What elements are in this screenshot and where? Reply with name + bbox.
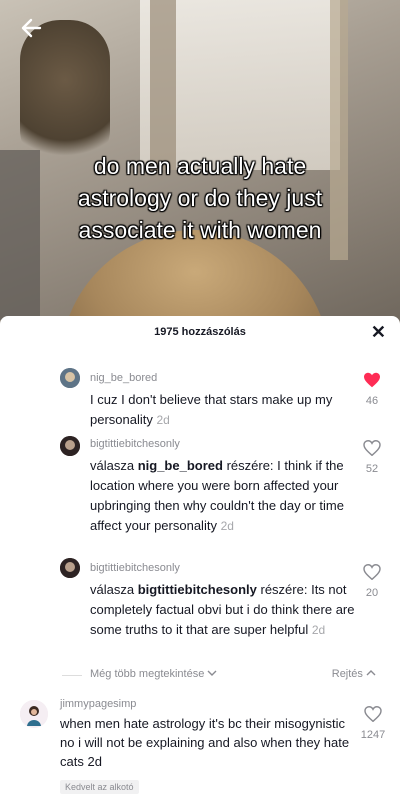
avatar[interactable] bbox=[60, 558, 80, 578]
reply-text: I cuz I don't believe that stars make up… bbox=[90, 390, 350, 430]
reply-prefix: válasza bbox=[90, 582, 135, 597]
reply-text: válasza nig_be_bored részére: I think if… bbox=[90, 456, 360, 536]
like-button[interactable]: 52 bbox=[360, 439, 384, 475]
avatar[interactable] bbox=[60, 368, 80, 388]
reply-suffix: részére: bbox=[260, 582, 308, 597]
comment-body: when men hate astrology it's bc their mi… bbox=[60, 716, 350, 769]
caption-line: do men actually hate bbox=[93, 153, 307, 179]
see-more-label: Még több megtekintése bbox=[90, 668, 205, 680]
reply-tag[interactable]: bigtittiebitchesonly bbox=[138, 582, 257, 597]
comment-time: 2d bbox=[87, 754, 102, 769]
like-button[interactable]: 46 bbox=[360, 372, 384, 407]
heart-outline-icon bbox=[363, 563, 381, 581]
video-caption: do men actually hate astrology or do the… bbox=[0, 150, 400, 246]
like-count: 52 bbox=[365, 463, 379, 475]
reply-time: 2d bbox=[220, 519, 234, 533]
hide-label: Rejtés bbox=[331, 668, 363, 680]
previous-like-cutoff: ▬▬ bbox=[366, 350, 386, 355]
comment-text: when men hate astrology it's bc their mi… bbox=[60, 714, 350, 771]
sheet-header: 1975 hozzászólás ✕ bbox=[0, 316, 400, 350]
plant-shadow bbox=[20, 20, 110, 170]
thread-divider bbox=[62, 675, 82, 676]
reply-item: nig_be_bored I cuz I don't believe that … bbox=[90, 372, 350, 430]
hide-replies-button[interactable]: Rejtés bbox=[332, 668, 376, 680]
like-button[interactable]: 20 bbox=[360, 563, 384, 599]
comments-sheet: 1975 hozzászólás ✕ ▬▬▬▬▬▬▬▬▬▬▬▬ ▬▬ nig_b… bbox=[0, 316, 400, 800]
comment-username[interactable]: jimmypagesimp bbox=[60, 698, 350, 710]
thread-controls: Még több megtekintése Rejtés bbox=[62, 668, 390, 684]
heart-outline-icon bbox=[364, 705, 382, 723]
caption-line: astrology or do they just bbox=[77, 185, 323, 211]
reply-text: válasza bigtittiebitchesonly részére: It… bbox=[90, 580, 360, 640]
reply-username[interactable]: nig_be_bored bbox=[90, 372, 350, 386]
like-count: 1247 bbox=[360, 729, 386, 741]
like-count: 20 bbox=[365, 587, 379, 599]
reply-tag[interactable]: nig_be_bored bbox=[138, 458, 223, 473]
chevron-down-icon bbox=[207, 670, 217, 676]
comment-count: 1975 hozzászólás bbox=[154, 326, 246, 338]
caption-line: associate it with women bbox=[78, 217, 322, 243]
window-frame bbox=[150, 0, 176, 170]
avatar[interactable] bbox=[20, 700, 48, 728]
reply-suffix: részére: bbox=[226, 458, 274, 473]
creator-liked-badge: Kedvelt az alkotó bbox=[60, 780, 139, 794]
heart-outline-icon bbox=[363, 439, 381, 457]
reply-item: bigtittiebitchesonly válasza nig_be_bore… bbox=[90, 438, 360, 536]
like-count: 46 bbox=[365, 395, 379, 407]
reply-username[interactable]: bigtittiebitchesonly bbox=[90, 438, 360, 452]
like-button[interactable]: 1247 bbox=[358, 705, 388, 741]
reply-item: bigtittiebitchesonly válasza bigtittiebi… bbox=[90, 562, 360, 640]
reply-time: 2d bbox=[311, 623, 326, 637]
close-button[interactable]: ✕ bbox=[371, 322, 386, 343]
back-arrow-icon[interactable] bbox=[18, 14, 46, 42]
reply-prefix: válasza bbox=[90, 458, 135, 473]
reply-time: 2d bbox=[156, 413, 170, 427]
avatar[interactable] bbox=[60, 436, 80, 456]
comment-item: jimmypagesimp when men hate astrology it… bbox=[60, 698, 350, 771]
reply-body: I cuz I don't believe that stars make up… bbox=[90, 392, 333, 427]
chevron-up-icon bbox=[366, 670, 376, 676]
heart-filled-icon bbox=[364, 372, 380, 388]
previous-comment-cutoff: ▬▬▬▬▬▬▬▬▬▬▬▬ bbox=[60, 350, 360, 355]
see-more-replies-button[interactable]: Még több megtekintése bbox=[90, 668, 217, 680]
reply-username[interactable]: bigtittiebitchesonly bbox=[90, 562, 360, 576]
